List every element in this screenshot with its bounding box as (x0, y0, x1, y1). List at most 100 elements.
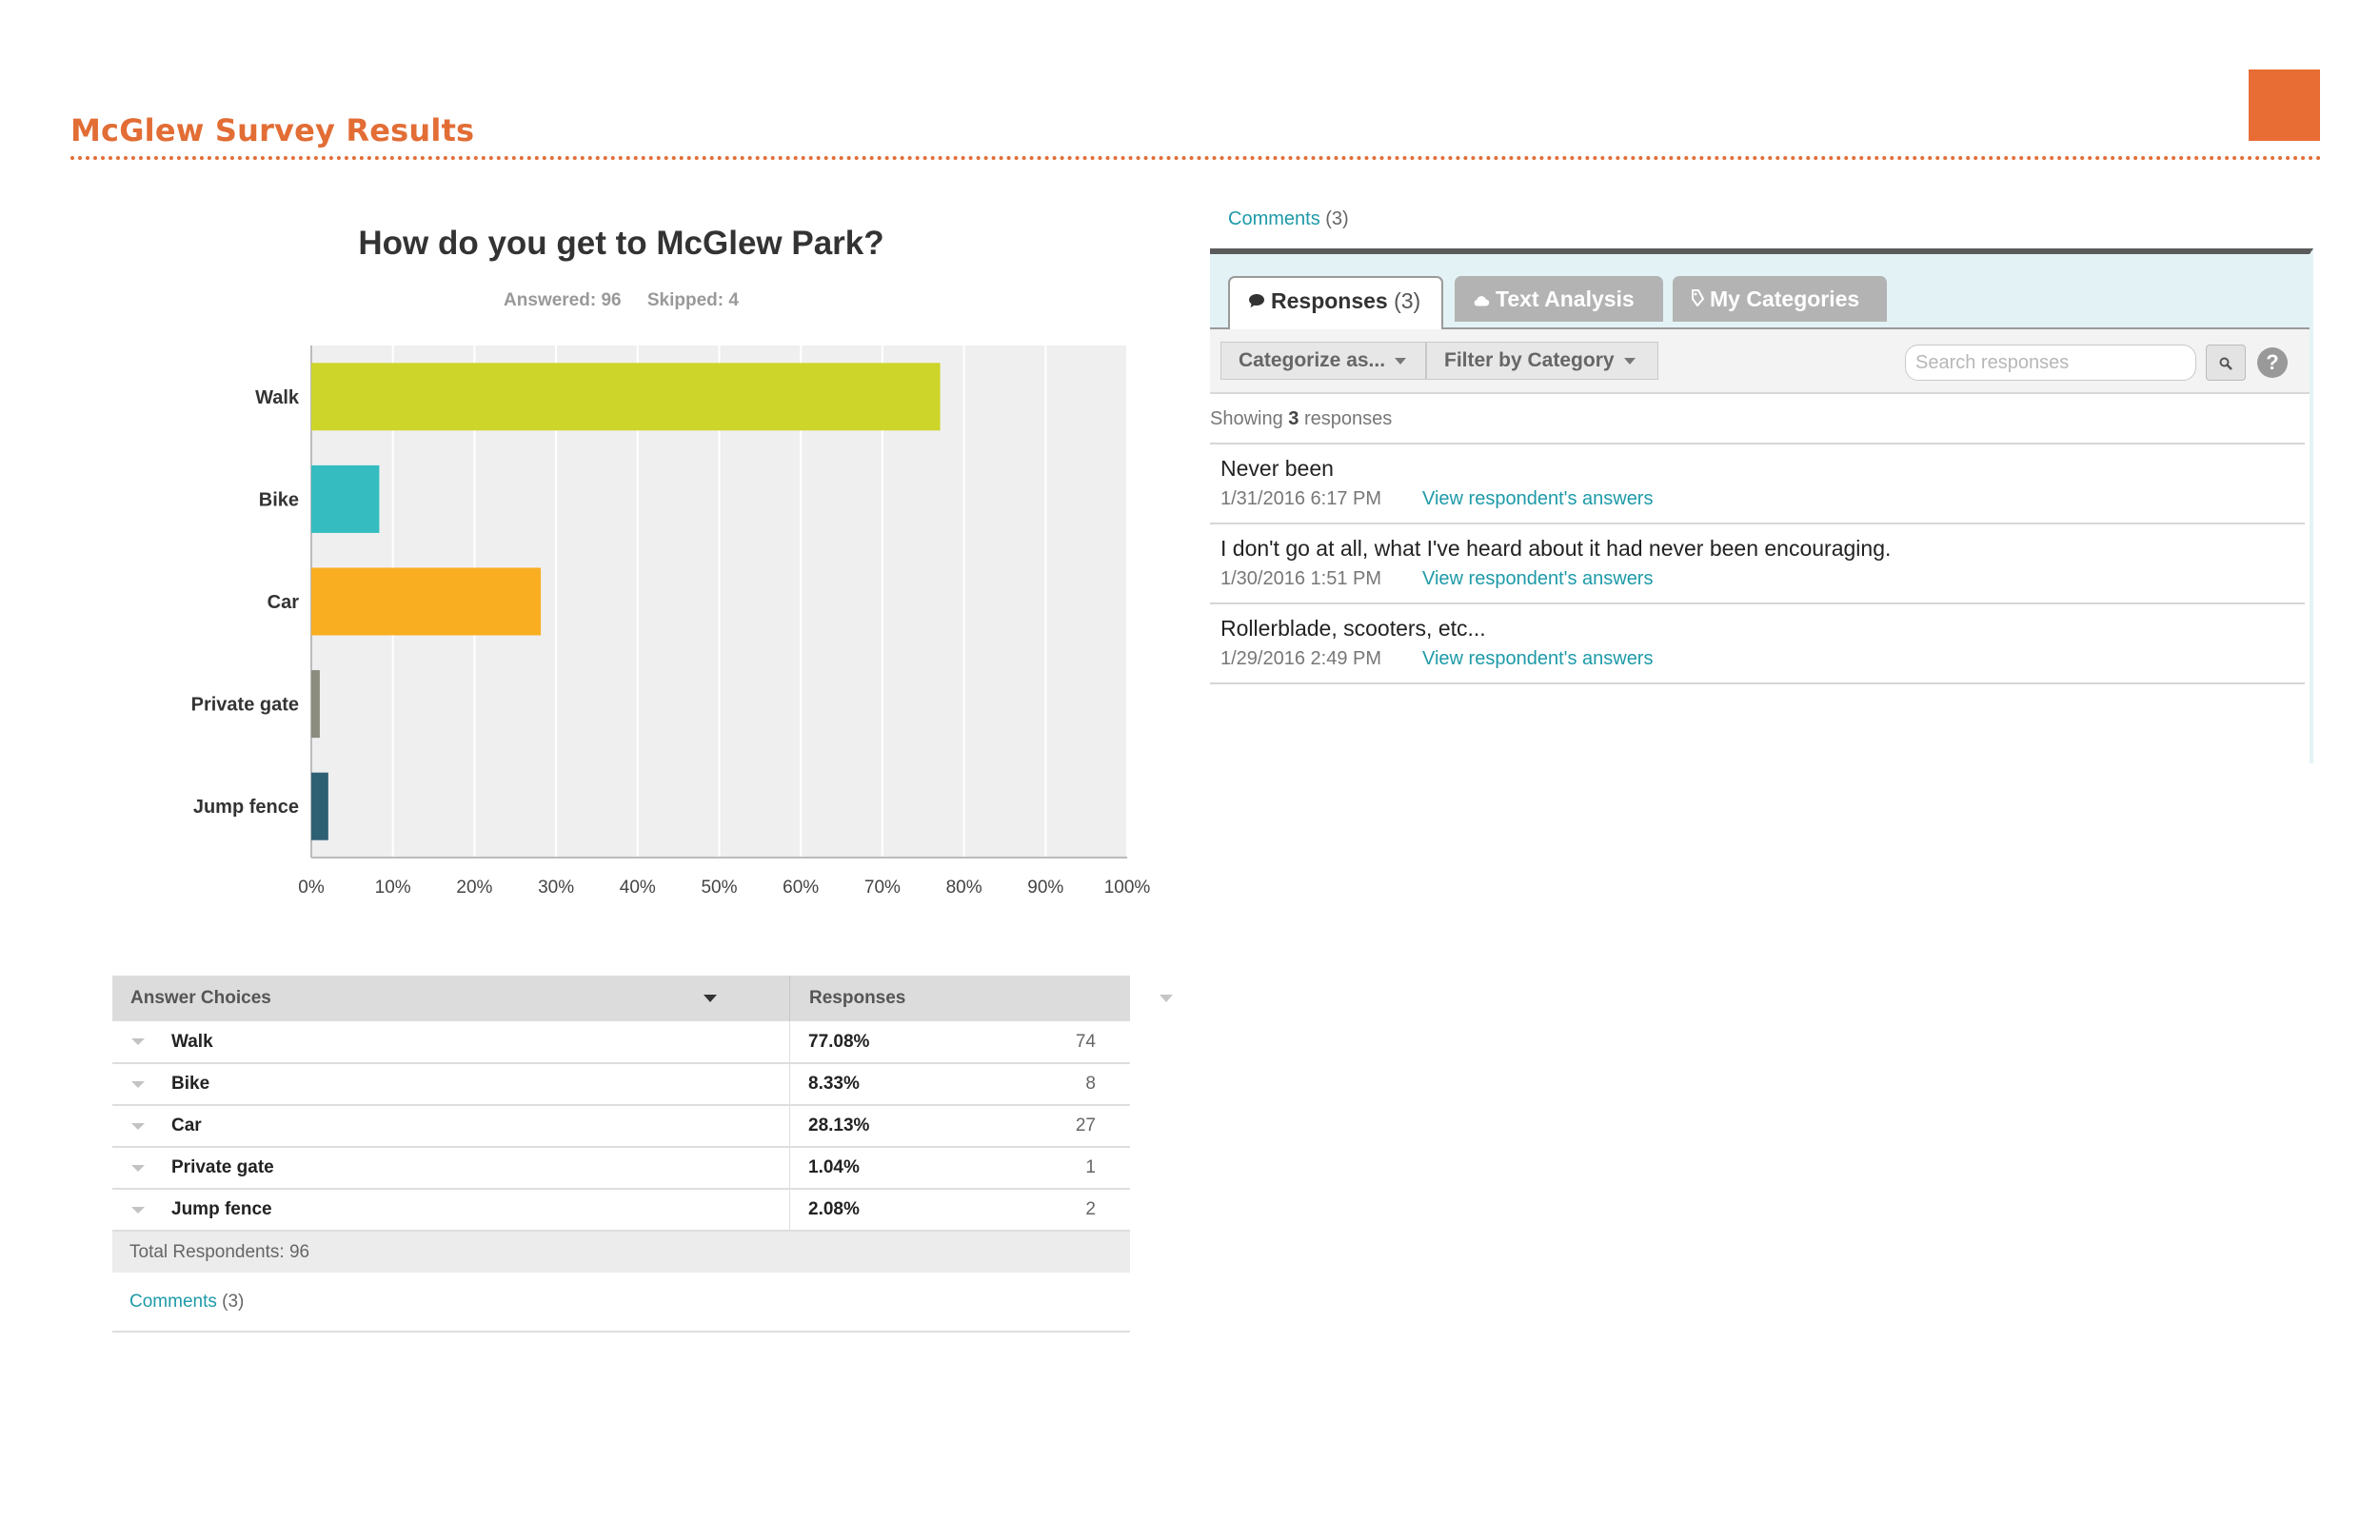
total-respondents-row: Total Respondents: 96 (112, 1231, 1130, 1273)
comments-header: Comments (3) (1228, 208, 1349, 230)
showing-number: 3 (1288, 408, 1299, 429)
search-responses-input[interactable] (1905, 345, 2196, 381)
table-row[interactable]: Bike 8.33% 8 (112, 1063, 1130, 1105)
response-count: 74 (1075, 1031, 1096, 1052)
expand-caret-icon[interactable] (131, 1123, 145, 1130)
answer-choice: Jump fence (112, 1189, 790, 1231)
response-date: 1/30/2016 1:51 PM (1220, 568, 1382, 589)
sort-caret-icon[interactable] (1160, 995, 1173, 1002)
answer-choice: Car (112, 1105, 790, 1147)
chevron-down-icon (1623, 357, 1636, 365)
tag-icon (1691, 278, 1705, 324)
x-tick-label: 90% (1027, 878, 1063, 898)
showing-suffix: responses (1303, 408, 1393, 429)
tab-bar: Responses (3) Text Analysis My Categorie… (1210, 254, 2310, 329)
table-row[interactable]: Jump fence 2.08% 2 (112, 1189, 1130, 1231)
speech-bubble-icon (1248, 280, 1265, 326)
response-percent: 1.04% (808, 1157, 860, 1177)
response-percent: 8.33% (808, 1074, 860, 1094)
category-label: Bike (259, 489, 299, 510)
response-text: I don't go at all, what I've heard about… (1220, 536, 1892, 561)
answer-choice: Walk (112, 1021, 790, 1063)
expand-caret-icon[interactable] (131, 1207, 145, 1214)
response-item: Rollerblade, scooters, etc... 1/29/2016 2… (1210, 604, 2305, 684)
answer-table: Answer Choices Responses Walk 77.08% 74 Bik… (112, 976, 1173, 1333)
response-percent: 2.08% (808, 1199, 860, 1219)
categorize-dropdown-label: Categorize as... (1239, 349, 1386, 371)
comments-panel: Responses (3) Text Analysis My Categorie… (1210, 248, 2313, 763)
answer-choices-header-label: Answer Choices (130, 988, 271, 1008)
tab-my-categories[interactable]: My Categories (1673, 276, 1887, 322)
response-date: 1/31/2016 6:17 PM (1220, 488, 1382, 509)
tab-text-analysis-label: Text Analysis (1496, 286, 1635, 311)
tab-responses[interactable]: Responses (3) (1228, 276, 1443, 329)
x-tick-label: 70% (864, 878, 901, 898)
table-comments-row: Comments (3) (112, 1273, 1130, 1332)
view-respondent-link[interactable]: View respondent's answers (1422, 568, 1653, 590)
tab-text-analysis[interactable]: Text Analysis (1455, 276, 1663, 322)
response-text: Never been (1220, 456, 1334, 481)
tab-responses-count: (3) (1394, 288, 1421, 313)
filter-category-dropdown[interactable]: Filter by Category (1426, 342, 1658, 380)
responses-toolbar: Categorize as... Filter by Category ? (1210, 329, 2310, 394)
response-count: 8 (1085, 1074, 1096, 1094)
table-row[interactable]: Walk 77.08% 74 (112, 1021, 1130, 1063)
expand-caret-icon[interactable] (131, 1038, 145, 1045)
response-list: Never been 1/31/2016 6:17 PM View responde… (1210, 443, 2305, 684)
bar (311, 567, 542, 636)
x-tick-label: 30% (538, 878, 574, 898)
table-row[interactable]: Private gate 1.04% 1 (112, 1147, 1130, 1189)
answer-choice-label: Bike (171, 1074, 210, 1094)
answer-choice-label: Walk (171, 1031, 213, 1052)
answer-choice-label: Jump fence (171, 1199, 272, 1219)
bar (311, 670, 320, 739)
bar (311, 363, 941, 431)
tab-my-categories-label: My Categories (1710, 286, 1860, 311)
total-respondents: Total Respondents: 96 (129, 1241, 310, 1262)
bar-chart: 0% 10% 20% 30% 40% 50% 60% 70% 80% 90% 100% Walk Bik… (191, 346, 1150, 898)
responses-header[interactable]: Responses (790, 976, 1173, 1021)
categorize-dropdown[interactable]: Categorize as... (1220, 342, 1426, 380)
search-button[interactable] (2206, 345, 2246, 381)
x-tick-label: 10% (375, 878, 411, 898)
response-item: I don't go at all, what I've heard about… (1210, 524, 2305, 604)
showing-prefix: Showing (1210, 408, 1283, 429)
cloud-icon (1473, 278, 1490, 324)
expand-caret-icon[interactable] (131, 1081, 145, 1088)
sort-caret-icon[interactable] (704, 995, 717, 1002)
view-respondent-link[interactable]: View respondent's answers (1422, 488, 1653, 510)
bar (311, 464, 380, 533)
expand-caret-icon[interactable] (131, 1165, 145, 1172)
x-tick-label: 40% (620, 878, 656, 898)
brand-square (2249, 69, 2320, 141)
help-icon[interactable]: ? (2257, 347, 2288, 378)
answer-choices-header[interactable]: Answer Choices (112, 976, 790, 1021)
comments-panel-count: (3) (1325, 208, 1349, 229)
comments-panel-link[interactable]: Comments (1228, 208, 1320, 229)
response-date: 1/29/2016 2:49 PM (1220, 648, 1382, 669)
table-row[interactable]: Car 28.13% 27 (112, 1105, 1130, 1147)
response-text: Rollerblade, scooters, etc... (1220, 616, 1486, 641)
category-label: Jump fence (193, 797, 299, 818)
chevron-down-icon (1395, 357, 1407, 365)
category-label: Car (268, 592, 300, 613)
responses-header-label: Responses (809, 988, 906, 1008)
answer-choice-label: Car (171, 1116, 202, 1135)
comments-count: (3) (222, 1291, 245, 1312)
response-item: Never been 1/31/2016 6:17 PM View responde… (1210, 444, 2305, 524)
x-tick-label: 60% (783, 878, 819, 898)
view-respondent-link[interactable]: View respondent's answers (1422, 648, 1653, 670)
category-label: Private gate (191, 695, 299, 716)
answer-choice: Bike (112, 1063, 790, 1105)
response-percent: 77.08% (808, 1031, 870, 1052)
response-count: 2 (1085, 1199, 1096, 1219)
x-tick-label: 80% (946, 878, 982, 898)
tab-responses-label: Responses (1271, 288, 1388, 313)
category-label: Walk (255, 387, 300, 408)
x-tick-label: 20% (456, 878, 492, 898)
response-count: 27 (1075, 1116, 1096, 1135)
comments-link[interactable]: Comments (129, 1292, 217, 1312)
answer-choice: Private gate (112, 1147, 790, 1189)
showing-count: Showing 3 responses (1210, 408, 1392, 430)
filter-category-dropdown-label: Filter by Category (1444, 349, 1615, 371)
